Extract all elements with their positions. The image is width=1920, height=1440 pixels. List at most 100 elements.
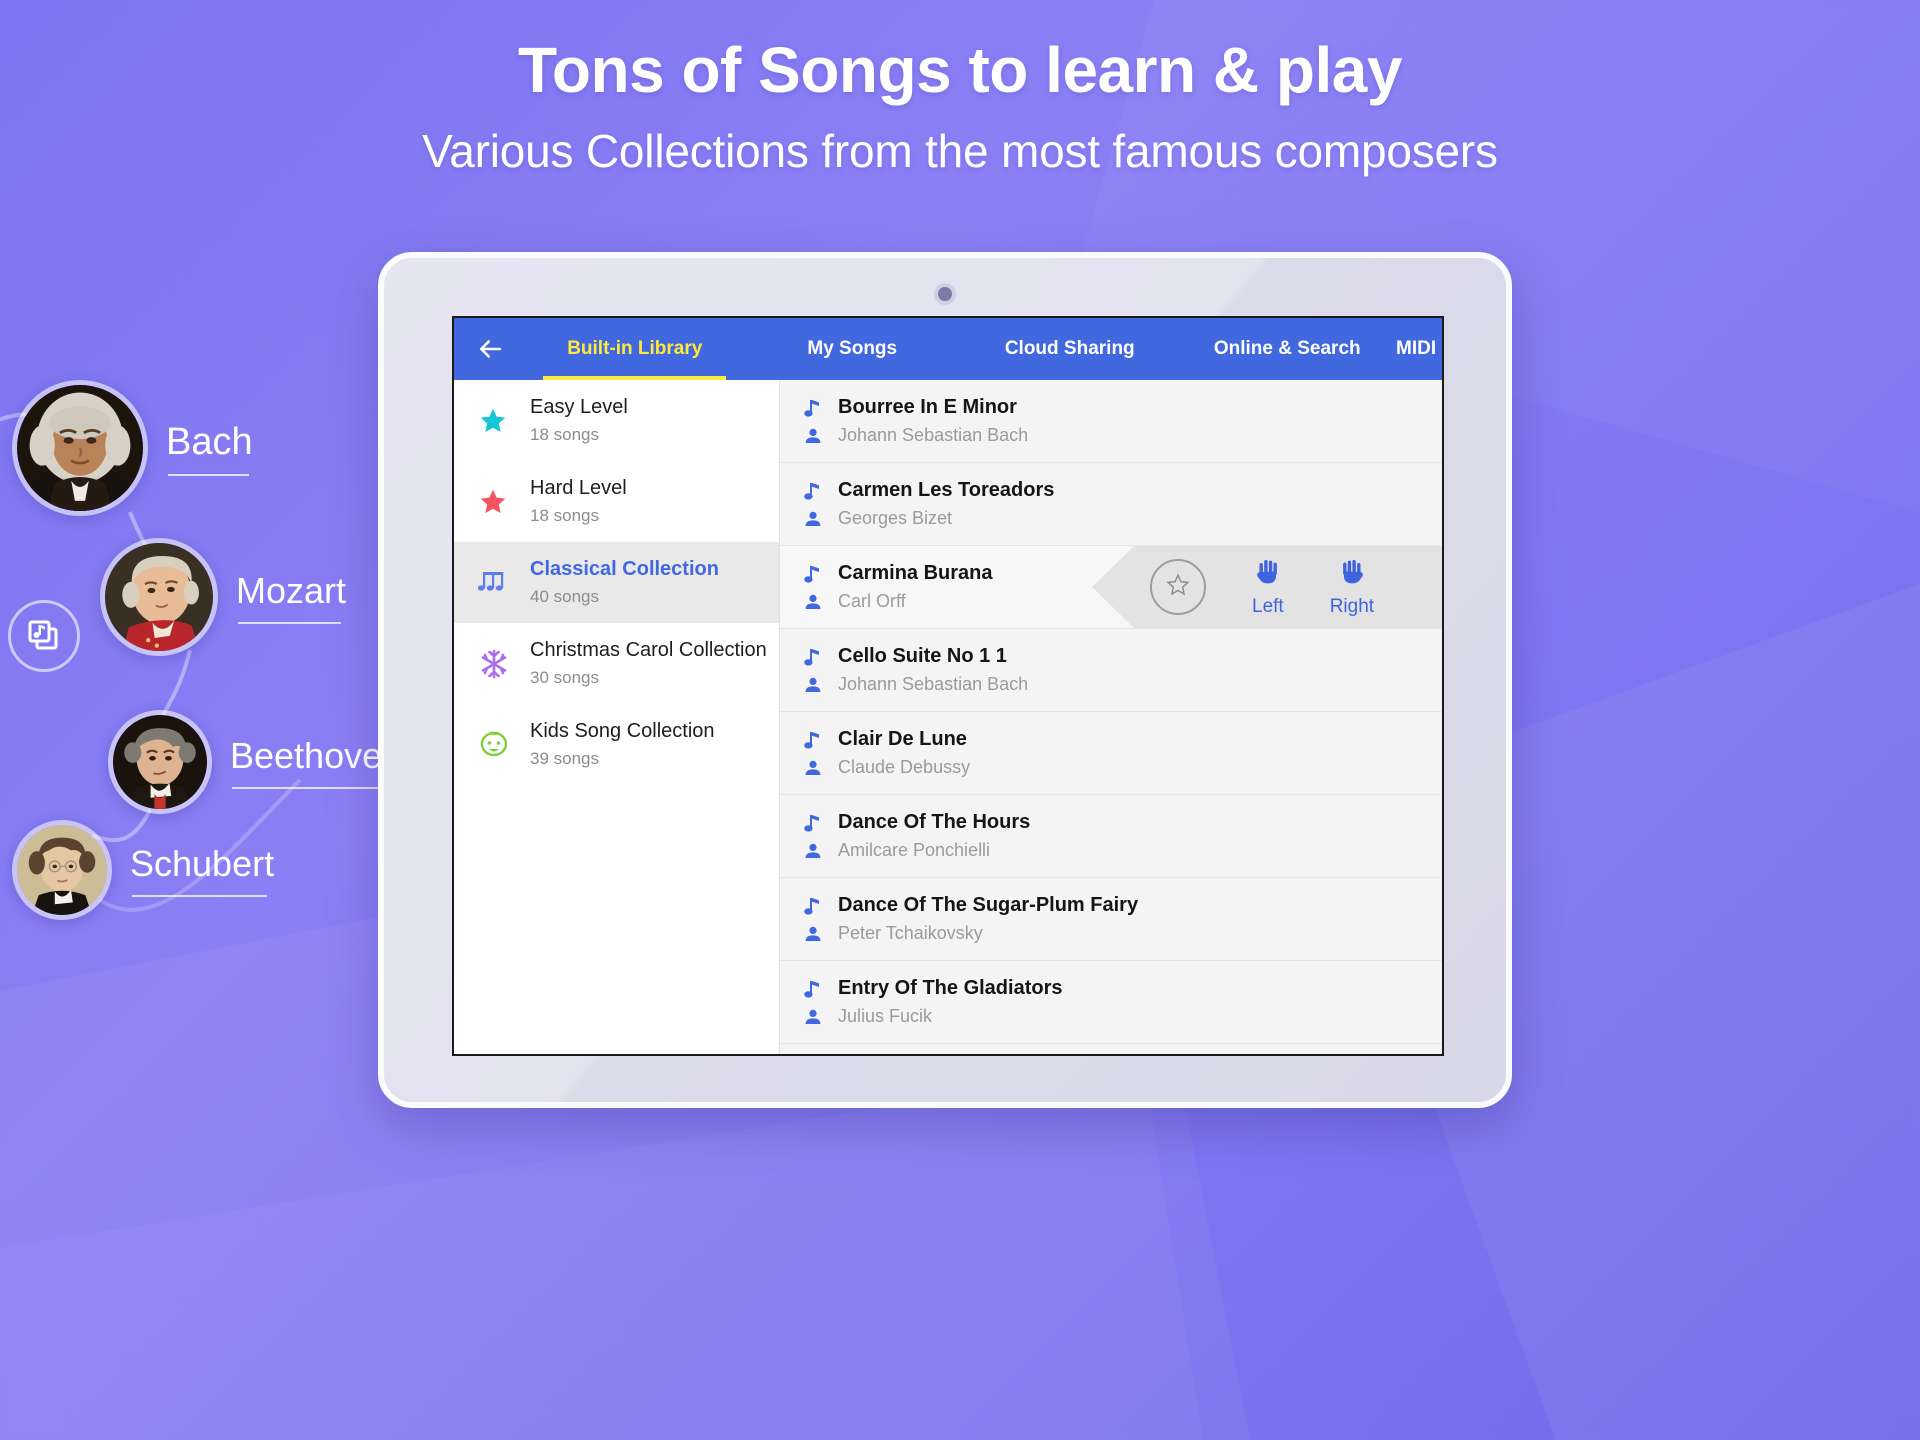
row-action-panel: Left Right [1092, 546, 1442, 628]
sidebar-item-classical-collection[interactable]: Classical Collection 40 songs [454, 542, 779, 623]
song-title: Entry Of The Gladiators [838, 977, 1063, 999]
tab-built-in-library[interactable]: Built-in Library [526, 318, 744, 380]
sidebar-item-kids-song-collection[interactable]: Kids Song Collection 39 songs [454, 704, 779, 785]
music-note-icon [802, 564, 824, 584]
music-note-icon [802, 398, 824, 418]
song-title: Bourree In E Minor [838, 396, 1017, 418]
left-hand-label: Left [1252, 596, 1284, 617]
collection-sidebar: Easy Level 18 songs Hard Level 18 songs [454, 380, 780, 1054]
composer-mozart: Mozart [100, 538, 346, 656]
star-outline-icon [1165, 572, 1191, 603]
snowflake-icon [478, 648, 530, 680]
song-artist: Johann Sebastian Bach [838, 674, 1029, 694]
avatar [100, 538, 218, 656]
song-artist: Carl Orff [838, 591, 906, 611]
app-body: Easy Level 18 songs Hard Level 18 songs [454, 380, 1442, 1054]
song-artist: Johann Sebastian Bach [838, 425, 1029, 445]
song-list[interactable]: Bourree In E Minor Johann Sebastian Bach [780, 380, 1442, 1054]
song-title: Carmina Burana [838, 562, 993, 584]
avatar [12, 820, 112, 920]
table-row[interactable]: Bourree In E Minor Johann Sebastian Bach [780, 380, 1442, 463]
composer-beethoven: Beethoven [108, 710, 402, 814]
right-hand-button[interactable]: Right [1330, 556, 1374, 618]
music-note-icon [802, 896, 824, 916]
song-artist: Julius Fucik [838, 1006, 933, 1026]
table-row[interactable]: Carmina Burana Carl Orff Left Right [780, 546, 1442, 629]
composer-bach: Bach [12, 380, 253, 516]
table-row[interactable]: Clair De Lune Claude Debussy [780, 712, 1442, 795]
person-icon [802, 925, 824, 943]
tab-online-and-search[interactable]: Online & Search [1179, 318, 1397, 380]
song-title: Cello Suite No 1 1 [838, 645, 1007, 667]
avatar [108, 710, 212, 814]
tab-cloud-sharing[interactable]: Cloud Sharing [961, 318, 1179, 380]
sidebar-item-title: Christmas Carol Collection [530, 639, 767, 661]
promo-subheadline: Various Collections from the most famous… [422, 124, 1498, 177]
star-icon [478, 406, 530, 436]
right-hand-label: Right [1329, 596, 1375, 617]
person-icon [802, 1008, 824, 1026]
app-tabbar: Built-in Library My Songs Cloud Sharing … [454, 318, 1442, 380]
music-note-icon [802, 647, 824, 667]
sidebar-item-title: Kids Song Collection [530, 720, 715, 742]
composer-name: Beethoven [230, 735, 402, 789]
music-note-icon [802, 730, 824, 750]
promo-header: Tons of Songs to learn & play Various Co… [0, 34, 1920, 178]
sidebar-item-count: 18 songs [530, 506, 599, 525]
song-title: Dance Of The Hours [838, 811, 1031, 833]
music-note-icon [802, 979, 824, 999]
sidebar-item-christmas-carol-collection[interactable]: Christmas Carol Collection 30 songs [454, 623, 779, 704]
sidebar-item-count: 40 songs [530, 587, 599, 606]
sidebar-item-easy-level[interactable]: Easy Level 18 songs [454, 380, 779, 461]
person-icon [802, 427, 824, 445]
composer-schubert: Schubert [12, 820, 274, 920]
sidebar-item-title: Easy Level [530, 396, 628, 418]
back-arrow-icon[interactable] [454, 318, 526, 380]
person-icon [802, 593, 824, 611]
song-title: Carmen Les Toreadors [838, 479, 1055, 501]
tab-midi[interactable]: MIDI [1396, 318, 1442, 380]
music-library-icon [8, 600, 80, 672]
sidebar-item-title: Hard Level [530, 477, 627, 499]
song-artist: Claude Debussy [838, 757, 971, 777]
baby-face-icon [478, 729, 530, 761]
table-row[interactable]: Dance Of The Hours Amilcare Ponchielli [780, 795, 1442, 878]
music-notes-icon [478, 568, 530, 598]
person-icon [802, 842, 824, 860]
music-note-icon [802, 813, 824, 833]
person-icon [802, 510, 824, 528]
table-row-partial[interactable] [780, 1044, 1442, 1054]
person-icon [802, 759, 824, 777]
app-screen: Built-in Library My Songs Cloud Sharing … [452, 316, 1444, 1056]
sidebar-item-hard-level[interactable]: Hard Level 18 songs [454, 461, 779, 542]
person-icon [802, 676, 824, 694]
tab-my-songs[interactable]: My Songs [744, 318, 962, 380]
tab-list: Built-in Library My Songs Cloud Sharing … [526, 318, 1442, 380]
camera-dot [938, 287, 952, 301]
composer-name: Schubert [130, 843, 274, 897]
table-row[interactable]: Carmen Les Toreadors Georges Bizet [780, 463, 1442, 546]
sidebar-item-count: 18 songs [530, 425, 599, 444]
favorite-button[interactable] [1150, 559, 1206, 615]
promo-headline: Tons of Songs to learn & play [518, 34, 1402, 106]
sidebar-item-count: 39 songs [530, 749, 599, 768]
music-note-icon [802, 481, 824, 501]
star-icon [478, 487, 530, 517]
song-artist: Georges Bizet [838, 508, 953, 528]
composer-name: Bach [166, 421, 253, 476]
avatar [12, 380, 148, 516]
composer-name: Mozart [236, 570, 346, 624]
background-band [0, 1066, 1238, 1440]
song-title: Clair De Lune [838, 728, 967, 750]
hand-icon [1337, 556, 1367, 592]
song-artist: Amilcare Ponchielli [838, 840, 991, 860]
song-artist: Peter Tchaikovsky [838, 923, 983, 943]
table-row[interactable]: Entry Of The Gladiators Julius Fucik [780, 961, 1442, 1044]
hand-icon [1253, 556, 1283, 592]
left-hand-button[interactable]: Left [1252, 556, 1284, 618]
sidebar-item-title: Classical Collection [530, 558, 719, 580]
table-row[interactable]: Dance Of The Sugar-Plum Fairy Peter Tcha… [780, 878, 1442, 961]
sidebar-item-count: 30 songs [530, 668, 599, 687]
table-row[interactable]: Cello Suite No 1 1 Johann Sebastian Bach [780, 629, 1442, 712]
tablet-device: Built-in Library My Songs Cloud Sharing … [378, 252, 1512, 1108]
